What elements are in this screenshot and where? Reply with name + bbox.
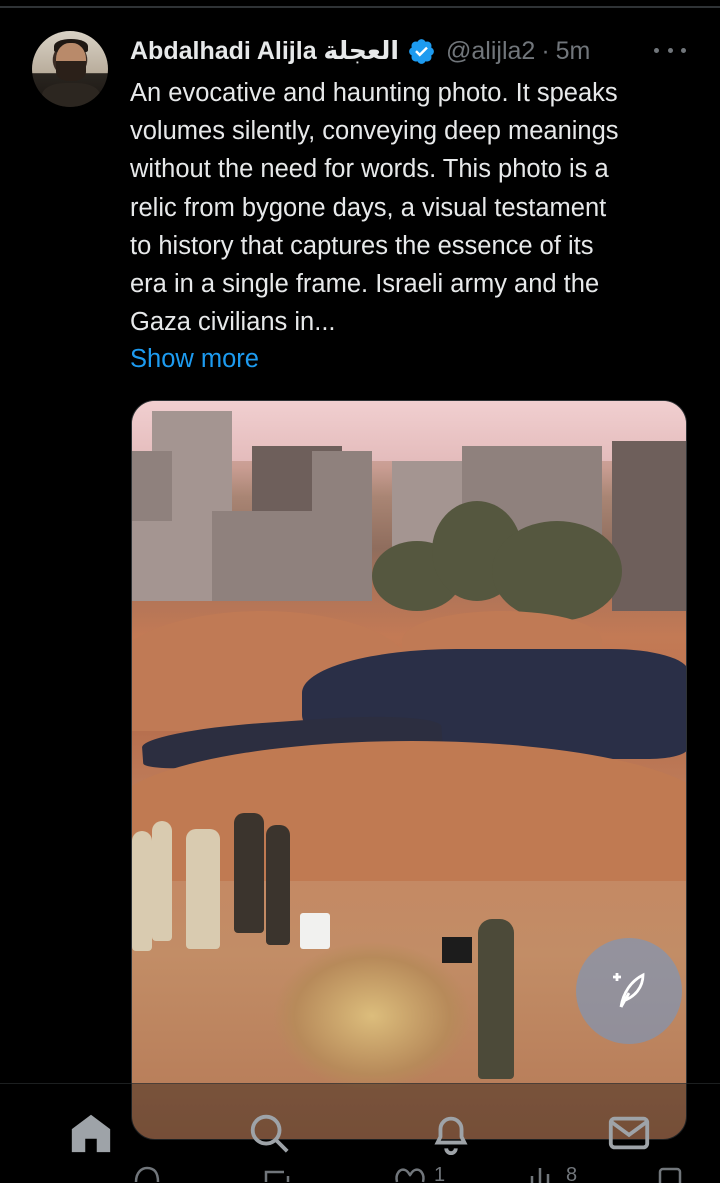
share-icon[interactable] [656, 1166, 684, 1183]
compose-button[interactable] [576, 938, 682, 1044]
post-actions-peek: 1 8 [0, 1166, 720, 1183]
like-count: 1 [434, 1166, 446, 1183]
like-icon[interactable] [394, 1166, 426, 1183]
post-text-line: to history that captures the essence of … [130, 231, 594, 260]
post-text-line: volumes silently, conveying deep meaning… [130, 117, 619, 146]
verified-badge-icon [409, 38, 434, 64]
post-text-line: without the need for words. This photo i… [130, 155, 609, 184]
notifications-icon[interactable] [428, 1110, 474, 1156]
post-text-line: relic from bygone days, a visual testame… [130, 193, 607, 222]
compose-feather-icon [613, 972, 645, 1008]
reply-icon[interactable] [132, 1166, 162, 1183]
show-more-link[interactable]: Show more [130, 340, 259, 378]
top-divider [0, 6, 720, 8]
views-count: 8 [566, 1166, 578, 1183]
post-text: An evocative and haunting photo. It spea… [130, 74, 695, 341]
repost-icon[interactable] [262, 1166, 292, 1183]
home-icon[interactable] [68, 1110, 114, 1156]
post-text-line: An evocative and haunting photo. It spea… [130, 79, 618, 107]
search-icon[interactable] [246, 1110, 292, 1156]
post-text-line: Gaza civilians in... [130, 308, 336, 337]
author-handle[interactable]: @alijla2 [446, 37, 535, 66]
more-icon[interactable] [654, 36, 686, 64]
messages-icon[interactable] [606, 1110, 652, 1156]
views-icon[interactable] [526, 1166, 556, 1183]
post-timestamp[interactable]: 5m [556, 37, 591, 66]
author-name[interactable]: Abdalhadi Alijla العجلة [130, 36, 399, 66]
post-text-line: era in a single frame. Israeli army and … [130, 270, 600, 299]
avatar[interactable] [32, 31, 108, 107]
separator-dot: · [541, 36, 550, 65]
post-header: Abdalhadi Alijla العجلة @alijla2 · 5m [130, 35, 590, 67]
